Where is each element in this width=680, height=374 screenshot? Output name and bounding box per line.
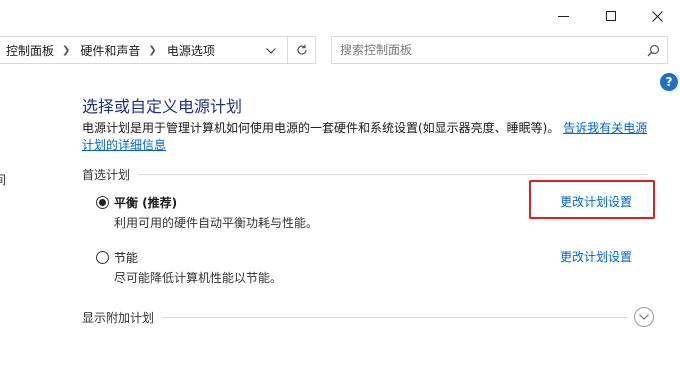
chevron-down-icon [266,48,276,54]
plan-balanced[interactable]: 平衡 (推荐) 利用可用的硬件自动平衡功耗与性能。 [96,193,318,231]
plan-power-saver[interactable]: 节能 尽可能降低计算机性能以节能。 [96,248,282,286]
address-dropdown-button[interactable] [256,37,286,65]
search-input[interactable] [332,37,639,63]
plan-power-saver-name[interactable]: 节能 [114,249,138,266]
additional-plans-label[interactable]: 显示附加计划 [82,309,162,326]
expand-additional-plans-button[interactable] [634,307,654,327]
breadcrumb-power-options[interactable]: 电源选项 [161,42,219,59]
change-plan-settings-balanced-link[interactable]: 更改计划设置 [560,193,632,210]
left-pane-text[interactable]: 间 [0,171,6,188]
breadcrumb-hardware-sound[interactable]: 硬件和声音 [74,42,144,59]
refresh-button[interactable] [288,36,316,64]
breadcrumb-control-panel[interactable]: 控制面板 [0,42,58,59]
power-options-window: 控制面板 ❯ 硬件和声音 ❯ 电源选项 搜索控制面板 ? 间 选择或自定义电源计… [0,0,680,374]
refresh-icon [296,44,307,55]
additional-plans-header[interactable]: 显示附加计划 [82,307,654,327]
page-description: 电源计划是用于管理计算机如何使用电源的一套硬件和系统设置(如显示器亮度、睡眠等)… [82,120,657,154]
search-box[interactable] [331,36,668,64]
search-icon[interactable] [639,37,667,63]
chevron-right-icon[interactable]: ❯ [144,45,160,56]
breadcrumb[interactable]: 控制面板 ❯ 硬件和声音 ❯ 电源选项 [0,36,288,64]
close-button[interactable] [634,0,680,32]
change-plan-settings-power-saver-link[interactable]: 更改计划设置 [560,248,632,265]
divider [138,173,648,175]
plan-balanced-name[interactable]: 平衡 (推荐) [114,194,177,211]
plan-balanced-description: 利用可用的硬件自动平衡功耗与性能。 [114,216,319,230]
preferred-plans-header: 首选计划 [82,166,648,182]
minimize-icon [557,15,569,17]
address-bar: 控制面板 ❯ 硬件和声音 ❯ 电源选项 [0,36,680,64]
plan-balanced-radio[interactable] [96,195,109,209]
title-bar [0,0,680,32]
chevron-right-icon[interactable]: ❯ [58,45,74,56]
preferred-plans-label: 首选计划 [82,167,131,182]
plan-power-saver-description: 尽可能降低计算机性能以节能。 [114,271,283,285]
maximize-icon [606,11,616,21]
help-icon[interactable]: ? [660,73,678,91]
divider [162,316,628,318]
close-icon [651,10,663,22]
description-text: 电源计划是用于管理计算机如何使用电源的一套硬件和系统设置(如显示器亮度、睡眠等)… [82,121,560,135]
minimize-button[interactable] [540,0,586,32]
maximize-button[interactable] [588,0,634,32]
chevron-down-icon [639,314,649,320]
page-title: 选择或自定义电源计划 [82,97,243,116]
plan-power-saver-radio[interactable] [96,250,109,264]
